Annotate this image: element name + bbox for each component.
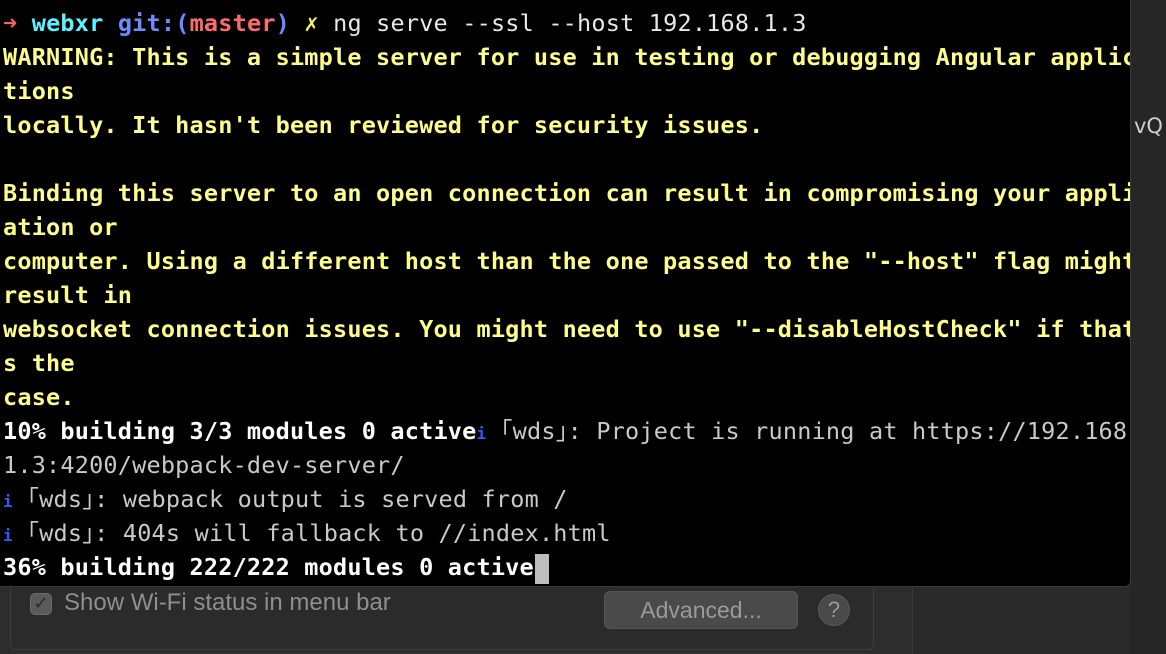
prompt-line: ➜ webxr git:(master) ✗ ng serve --ssl --…	[3, 6, 807, 40]
warning-line: result in	[3, 281, 133, 309]
wds-tag: ｢wds｣	[27, 485, 95, 513]
warning-line: case.	[3, 383, 75, 411]
warning-line: WARNING: This is a simple server for use…	[3, 43, 1131, 71]
wds-output-line: i ｢wds｣: webpack output is served from /	[3, 482, 568, 516]
warning-line: computer. Using a different host than th…	[3, 247, 1131, 275]
output-served-text: : webpack output is served from /	[94, 485, 568, 513]
info-icon: i	[3, 492, 13, 511]
build-progress-line: 10% building 3/3 modules 0 activei ｢wds｣…	[3, 414, 1131, 448]
warning-line: s the	[3, 349, 75, 377]
build-progress-line: 36% building 222/222 modules 0 active	[3, 550, 549, 584]
wds-tag: ｢wds｣	[27, 519, 95, 547]
project-url-continuation: 1.3:4200/webpack-dev-server/	[3, 451, 405, 479]
wifi-status-label: Show Wi-Fi status in menu bar	[64, 589, 391, 616]
advanced-button[interactable]: Advanced...	[604, 591, 798, 629]
background-edge-text: vQ	[1134, 114, 1163, 138]
project-url-text: : Project is running at https://192.168.	[567, 417, 1131, 445]
prompt-directory: webxr	[31, 9, 104, 37]
wifi-status-checkbox[interactable]: ✓	[30, 593, 52, 615]
terminal-cursor	[534, 553, 549, 584]
info-icon: i	[3, 526, 13, 545]
build-progress-text: 36% building 222/222 modules 0 active	[3, 553, 534, 581]
fallback-text: : 404s will fallback to //index.html	[94, 519, 611, 547]
warning-line: Binding this server to an open connectio…	[3, 179, 1131, 207]
prompt-arrow-icon: ➜	[3, 9, 18, 37]
build-progress-text: 10% building 3/3 modules 0 active	[3, 417, 477, 445]
terminal-window[interactable]: ➜ webxr git:(master) ✗ ng serve --ssl --…	[0, 0, 1131, 587]
background-window-edge	[1130, 0, 1166, 654]
warning-line: tions	[3, 77, 75, 105]
help-button[interactable]: ?	[818, 594, 850, 626]
command-text: ng serve --ssl --host 192.168.1.3	[333, 9, 807, 37]
warning-line: locally. It hasn't been reviewed for sec…	[3, 111, 764, 139]
git-prefix: git:(	[117, 9, 190, 37]
warning-line: websocket connection issues. You might n…	[3, 315, 1131, 343]
wds-tag: ｢wds｣	[500, 417, 568, 445]
warning-line: ation or	[3, 213, 118, 241]
wds-fallback-line: i ｢wds｣: 404s will fallback to //index.h…	[3, 516, 611, 550]
git-branch: master	[189, 9, 276, 37]
git-dirty-icon: ✗	[304, 9, 319, 37]
info-icon: i	[476, 424, 487, 443]
git-suffix: )	[275, 9, 291, 37]
